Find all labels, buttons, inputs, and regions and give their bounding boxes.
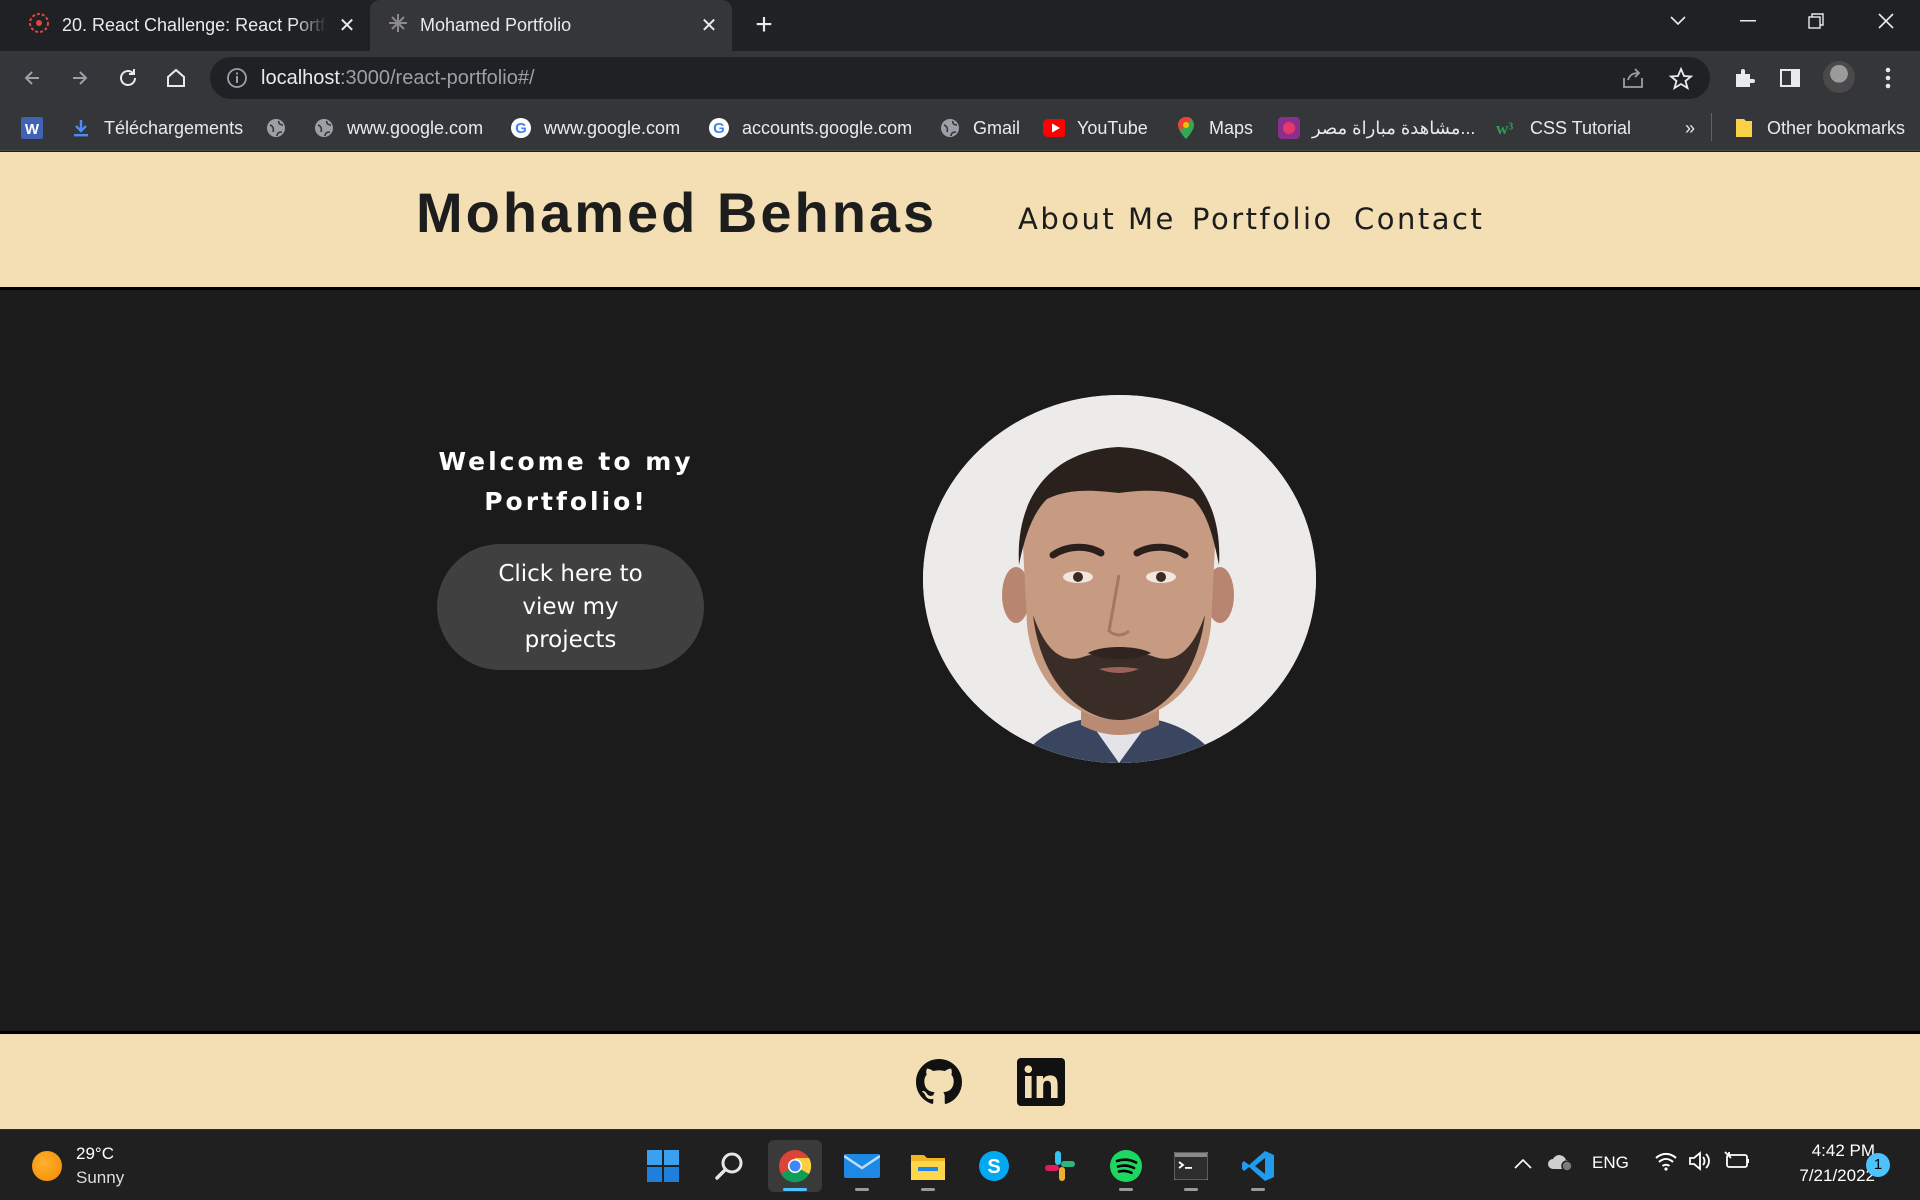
globe-icon (313, 117, 335, 139)
weather-temperature[interactable]: 29°C (76, 1144, 114, 1164)
svg-text:G: G (515, 120, 527, 137)
bookmark-css-tutorial[interactable]: w³ CSS Tutorial (1496, 116, 1631, 140)
site-icon (1278, 117, 1300, 139)
view-projects-button[interactable]: Click here to view my projects (437, 544, 704, 670)
side-panel-icon[interactable] (1776, 64, 1804, 92)
volume-icon[interactable] (1688, 1151, 1712, 1176)
linkedin-icon[interactable] (1017, 1058, 1065, 1106)
tab-title: Mohamed Portfolio (420, 15, 572, 35)
bookmark-star-icon[interactable] (1668, 66, 1694, 92)
windows-taskbar: 29°C Sunny S ENG 4:42 PM 7/21/2022 1 (0, 1129, 1920, 1200)
url-text[interactable]: localhost:3000/react-portfolio#/ (261, 67, 535, 90)
bookmark-google-1[interactable]: www.google.com (313, 116, 483, 140)
site-footer (0, 1031, 1920, 1129)
site-info-icon[interactable] (226, 67, 248, 94)
react-favicon-icon (28, 12, 50, 39)
search-icon[interactable] (703, 1140, 757, 1192)
terminal-taskbar-icon[interactable] (1164, 1140, 1218, 1192)
sun-icon[interactable] (32, 1151, 62, 1181)
extensions-icon[interactable] (1730, 64, 1758, 92)
bookmark-arabic-site[interactable]: مشاهدة مباراة مصر... (1278, 116, 1475, 140)
profile-avatar[interactable] (1823, 61, 1855, 93)
bookmarks-divider (1711, 113, 1712, 141)
google-icon: G (708, 117, 730, 139)
battery-charging-icon[interactable] (1724, 1151, 1750, 1176)
share-icon[interactable] (1620, 66, 1646, 92)
slack-taskbar-icon[interactable] (1033, 1140, 1087, 1192)
bookmark-accounts-google[interactable]: G accounts.google.com (708, 116, 912, 140)
skype-taskbar-icon[interactable]: S (967, 1140, 1021, 1192)
reload-icon[interactable] (112, 62, 144, 94)
svg-text:G: G (713, 120, 725, 137)
google-icon: G (510, 117, 532, 139)
bookmark-globe[interactable] (265, 116, 299, 140)
site-brand-title: Mohamed Behnas (416, 181, 938, 244)
more-bookmarks-chevron[interactable]: » (1685, 116, 1695, 140)
mail-taskbar-icon[interactable] (835, 1140, 889, 1192)
svg-text:w³: w³ (1496, 119, 1513, 138)
nav-portfolio[interactable]: Portfolio (1192, 202, 1334, 236)
bookmark-gmail[interactable]: Gmail (939, 116, 1020, 140)
address-bar[interactable]: localhost:3000/react-portfolio#/ (210, 57, 1710, 99)
tab-mohamed-portfolio[interactable]: Mohamed Portfolio ✕ (370, 0, 732, 51)
browser-tab-bar: 20. React Challenge: React Portfolio ✕ M… (0, 0, 1920, 51)
close-tab-icon[interactable]: ✕ (698, 15, 720, 37)
wifi-icon[interactable] (1654, 1151, 1678, 1176)
language-indicator[interactable]: ENG (1592, 1153, 1629, 1173)
spotify-taskbar-icon[interactable] (1099, 1140, 1153, 1192)
profile-photo (923, 395, 1316, 763)
youtube-icon (1043, 117, 1065, 139)
github-icon[interactable] (915, 1058, 963, 1106)
tab-search-icon[interactable] (1650, 0, 1706, 42)
tab-react-challenge[interactable]: 20. React Challenge: React Portfolio ✕ (0, 0, 370, 51)
file-explorer-taskbar-icon[interactable] (901, 1140, 955, 1192)
weather-condition[interactable]: Sunny (76, 1168, 124, 1188)
back-icon[interactable] (16, 62, 48, 94)
vscode-taskbar-icon[interactable] (1231, 1140, 1285, 1192)
welcome-heading: Welcome to my Portfolio! (438, 447, 694, 516)
svg-text:W: W (25, 121, 40, 138)
page-viewport: Mohamed Behnas About Me Portfolio Contac… (0, 152, 1920, 1129)
bookmark-youtube[interactable]: YouTube (1043, 116, 1148, 140)
onedrive-icon[interactable] (1546, 1152, 1574, 1177)
svg-text:S: S (987, 1156, 1000, 1178)
home-icon[interactable] (160, 62, 192, 94)
maps-icon (1175, 116, 1197, 139)
start-button[interactable] (636, 1140, 690, 1192)
close-tab-icon[interactable]: ✕ (336, 15, 358, 37)
clock-time[interactable]: 4:42 PM (1775, 1141, 1875, 1161)
nav-contact[interactable]: Contact (1354, 202, 1484, 236)
globe-icon (939, 117, 961, 139)
close-window-icon[interactable] (1858, 0, 1914, 42)
folder-icon (1733, 117, 1755, 139)
bookmark-telechargements[interactable]: Téléchargements (70, 116, 243, 140)
menu-dots-icon[interactable] (1874, 64, 1902, 92)
minimize-icon[interactable] (1720, 0, 1776, 42)
clock-date[interactable]: 7/21/2022 (1765, 1166, 1875, 1186)
word-icon: W (21, 117, 43, 139)
site-header: Mohamed Behnas About Me Portfolio Contac… (0, 152, 1920, 290)
bookmarks-bar: W Téléchargements www.google.com G www.g… (0, 104, 1920, 151)
bookmark-google-2[interactable]: G www.google.com (510, 116, 680, 140)
bookmark-maps[interactable]: Maps (1175, 116, 1253, 140)
chrome-taskbar-icon[interactable] (768, 1140, 822, 1192)
other-bookmarks[interactable]: Other bookmarks (1733, 116, 1905, 140)
w3schools-icon: w³ (1496, 117, 1518, 139)
notification-badge[interactable]: 1 (1866, 1153, 1890, 1177)
show-hidden-icons-chevron[interactable] (1514, 1154, 1532, 1174)
loading-favicon-icon (388, 13, 408, 38)
tab-title: 20. React Challenge: React Portfolio (62, 15, 327, 35)
download-icon (70, 117, 92, 139)
browser-toolbar: localhost:3000/react-portfolio#/ (0, 51, 1920, 104)
new-tab-button[interactable]: + (748, 10, 780, 42)
restore-icon[interactable] (1788, 0, 1844, 42)
nav-about-me[interactable]: About Me (1018, 202, 1176, 236)
forward-icon[interactable] (64, 62, 96, 94)
globe-icon (265, 117, 287, 139)
bookmark-word[interactable]: W (21, 116, 55, 140)
